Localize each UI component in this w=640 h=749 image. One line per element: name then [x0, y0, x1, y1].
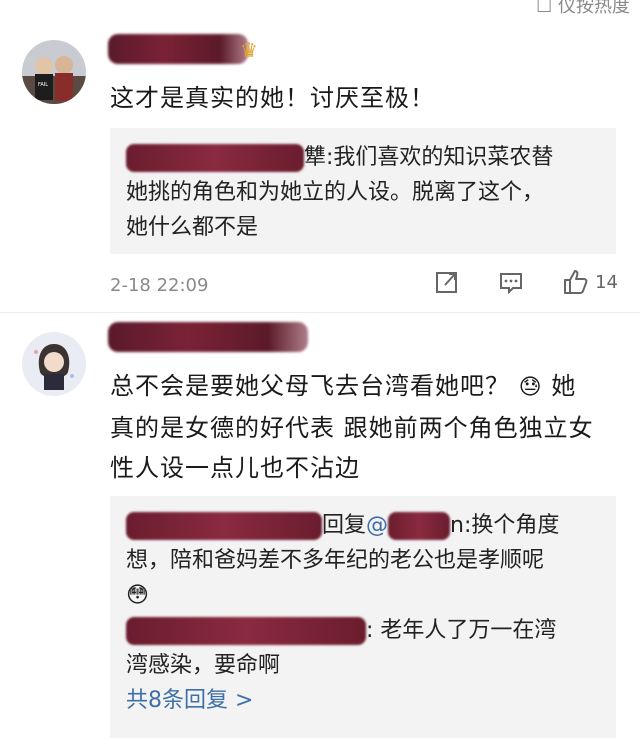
mention-at[interactable]: @ [366, 513, 388, 538]
comment-line-1: 总不会是要她父母飞去台湾看她吧？ 😓 她 [110, 366, 616, 408]
reply-line-3: 😳 [126, 578, 600, 613]
reply-line-1: 回复@ n:换个角度 [126, 508, 600, 543]
comment-text: 总不会是要她父母飞去台湾看她吧？ 😓 她 真的是女德的好代表 跟她前两个角色独立… [110, 366, 616, 488]
comment-item: 总不会是要她父母飞去台湾看她吧？ 😓 她 真的是女德的好代表 跟她前两个角色独立… [0, 0, 640, 749]
reply-text: n:换个角度 [450, 513, 560, 538]
more-replies-link[interactable]: 共8条回复 > [126, 683, 600, 718]
redacted-mention [388, 512, 451, 540]
avatar[interactable] [22, 332, 86, 396]
redacted-username[interactable] [108, 322, 308, 352]
sweat-emoji-icon: 😓 [518, 375, 543, 400]
reply-line-1: : 老年人了万一在湾 [126, 613, 600, 648]
redacted-username [126, 512, 322, 540]
comment-line-1-suffix: 她 [551, 372, 577, 400]
replies-box: 回复@ n:换个角度 想，陪和爸妈差不多年纪的老公也是孝顺呢 😳 : 老年人了万一… [110, 496, 616, 738]
comment-line-1-text: 总不会是要她父母飞去台湾看她吧？ [110, 372, 510, 400]
reply-item[interactable]: 回复@ n:换个角度 想，陪和爸妈差不多年纪的老公也是孝顺呢 😳 [126, 508, 600, 613]
comment-line-2: 真的是女德的好代表 跟她前两个角色独立女 [110, 414, 594, 442]
reply-line-2: 想，陪和爸妈差不多年纪的老公也是孝顺呢 [126, 548, 545, 573]
shy-emoji-icon: 😳 [126, 583, 149, 608]
redacted-username [126, 617, 366, 645]
reply-line-2: 湾感染，要命啊 [126, 653, 281, 678]
reply-action-label: 回复 [322, 513, 367, 538]
reply-text: : 老年人了万一在湾 [366, 618, 557, 643]
comment-line-3: 性人设一点儿也不沾边 [110, 454, 360, 482]
reply-item[interactable]: : 老年人了万一在湾 湾感染，要命啊 [126, 613, 600, 683]
